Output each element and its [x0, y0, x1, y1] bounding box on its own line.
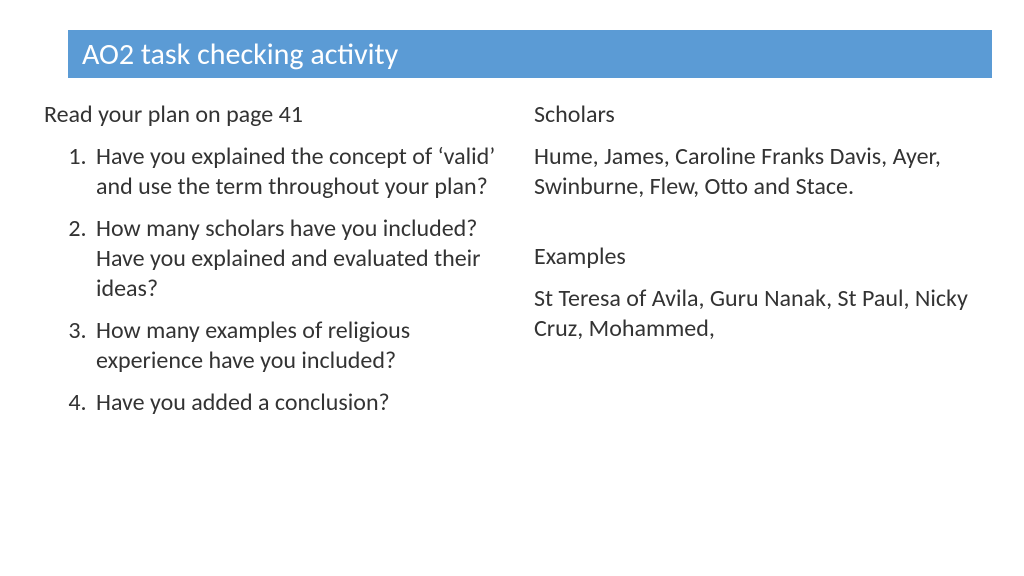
checklist: Have you explained the concept of ‘valid…: [44, 142, 504, 418]
scholars-body: Hume, James, Caroline Franks Davis, Ayer…: [534, 142, 992, 202]
intro-text: Read your plan on page 41: [44, 100, 504, 130]
slide-title: AO2 task checking activity: [82, 36, 398, 73]
list-item: How many scholars have you included? Hav…: [92, 214, 504, 304]
left-column: Read your plan on page 41 Have you expla…: [44, 100, 514, 556]
list-item: Have you added a conclusion?: [92, 388, 504, 418]
content-area: Read your plan on page 41 Have you expla…: [44, 100, 992, 556]
spacer: [534, 214, 992, 242]
right-column: Scholars Hume, James, Caroline Franks Da…: [514, 100, 992, 556]
examples-body: St Teresa of Avila, Guru Nanak, St Paul,…: [534, 284, 992, 344]
scholars-heading: Scholars: [534, 100, 992, 130]
list-item: How many examples of religious experienc…: [92, 316, 504, 376]
examples-heading: Examples: [534, 242, 992, 272]
list-item: Have you explained the concept of ‘valid…: [92, 142, 504, 202]
title-bar: AO2 task checking activity: [68, 30, 992, 78]
